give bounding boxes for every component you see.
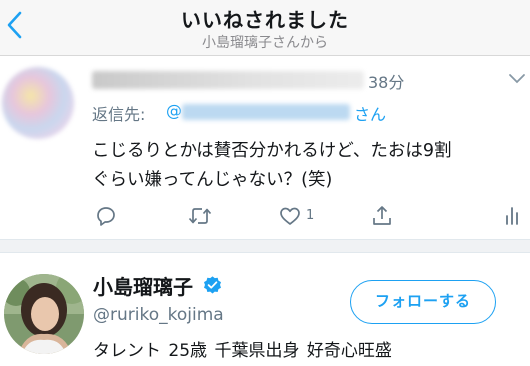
tweet-text-line: こじるりとかは賛否分かれるけど、たおは9割 xyxy=(92,141,452,161)
avatar[interactable] xyxy=(4,274,84,354)
reply-icon[interactable] xyxy=(94,204,118,228)
profile-name[interactable]: 小島瑠璃子 xyxy=(93,271,193,300)
tweet-text-line: ぐらい嫌ってんじゃない？(笑) xyxy=(92,170,333,190)
like-count: 1 xyxy=(306,208,315,223)
tweet-author-name-redacted xyxy=(92,71,364,89)
tweet-text: こじるりとかは賛否分かれるけど、たおは9割 ぐらい嫌ってんじゃない？(笑) xyxy=(92,137,512,195)
profile-handle[interactable]: @ruriko_kojima xyxy=(93,305,224,325)
tweet-time: 38分 xyxy=(368,73,405,92)
profile-bio: タレント 25歳 千葉県出身 好奇心旺盛 xyxy=(93,341,392,361)
tweet-author-avatar[interactable] xyxy=(2,67,74,139)
page-title: いいねされました xyxy=(181,8,349,32)
reply-to-label: 返信先: xyxy=(92,101,145,125)
share-icon[interactable] xyxy=(370,204,394,228)
liker-profile-card[interactable]: 小島瑠璃子 @ruriko_kojima タレント 25歳 千葉県出身 好奇心旺… xyxy=(0,253,530,366)
section-divider xyxy=(0,239,530,253)
analytics-icon[interactable] xyxy=(504,204,522,228)
page-subtitle: 小島瑠璃子さんから xyxy=(202,35,328,51)
reply-to-suffix: さん xyxy=(354,105,387,124)
liked-tweet[interactable]: 38分 返信先: @ さん こじるりとかは賛否分かれるけど、たおは9割 ぐらい嫌… xyxy=(0,57,530,239)
like-icon[interactable] xyxy=(278,204,302,228)
follow-button[interactable]: フォローする xyxy=(350,280,496,324)
retweet-icon[interactable] xyxy=(187,204,213,228)
reply-to-handle-redacted[interactable] xyxy=(182,104,350,120)
chevron-down-icon[interactable] xyxy=(508,71,526,85)
reply-prefix: 返信先: xyxy=(92,105,146,124)
reply-to-at[interactable]: @ xyxy=(166,101,182,120)
navigation-header: いいねされました 小島瑠璃子さんから xyxy=(0,0,530,56)
verified-badge-icon xyxy=(202,275,223,296)
